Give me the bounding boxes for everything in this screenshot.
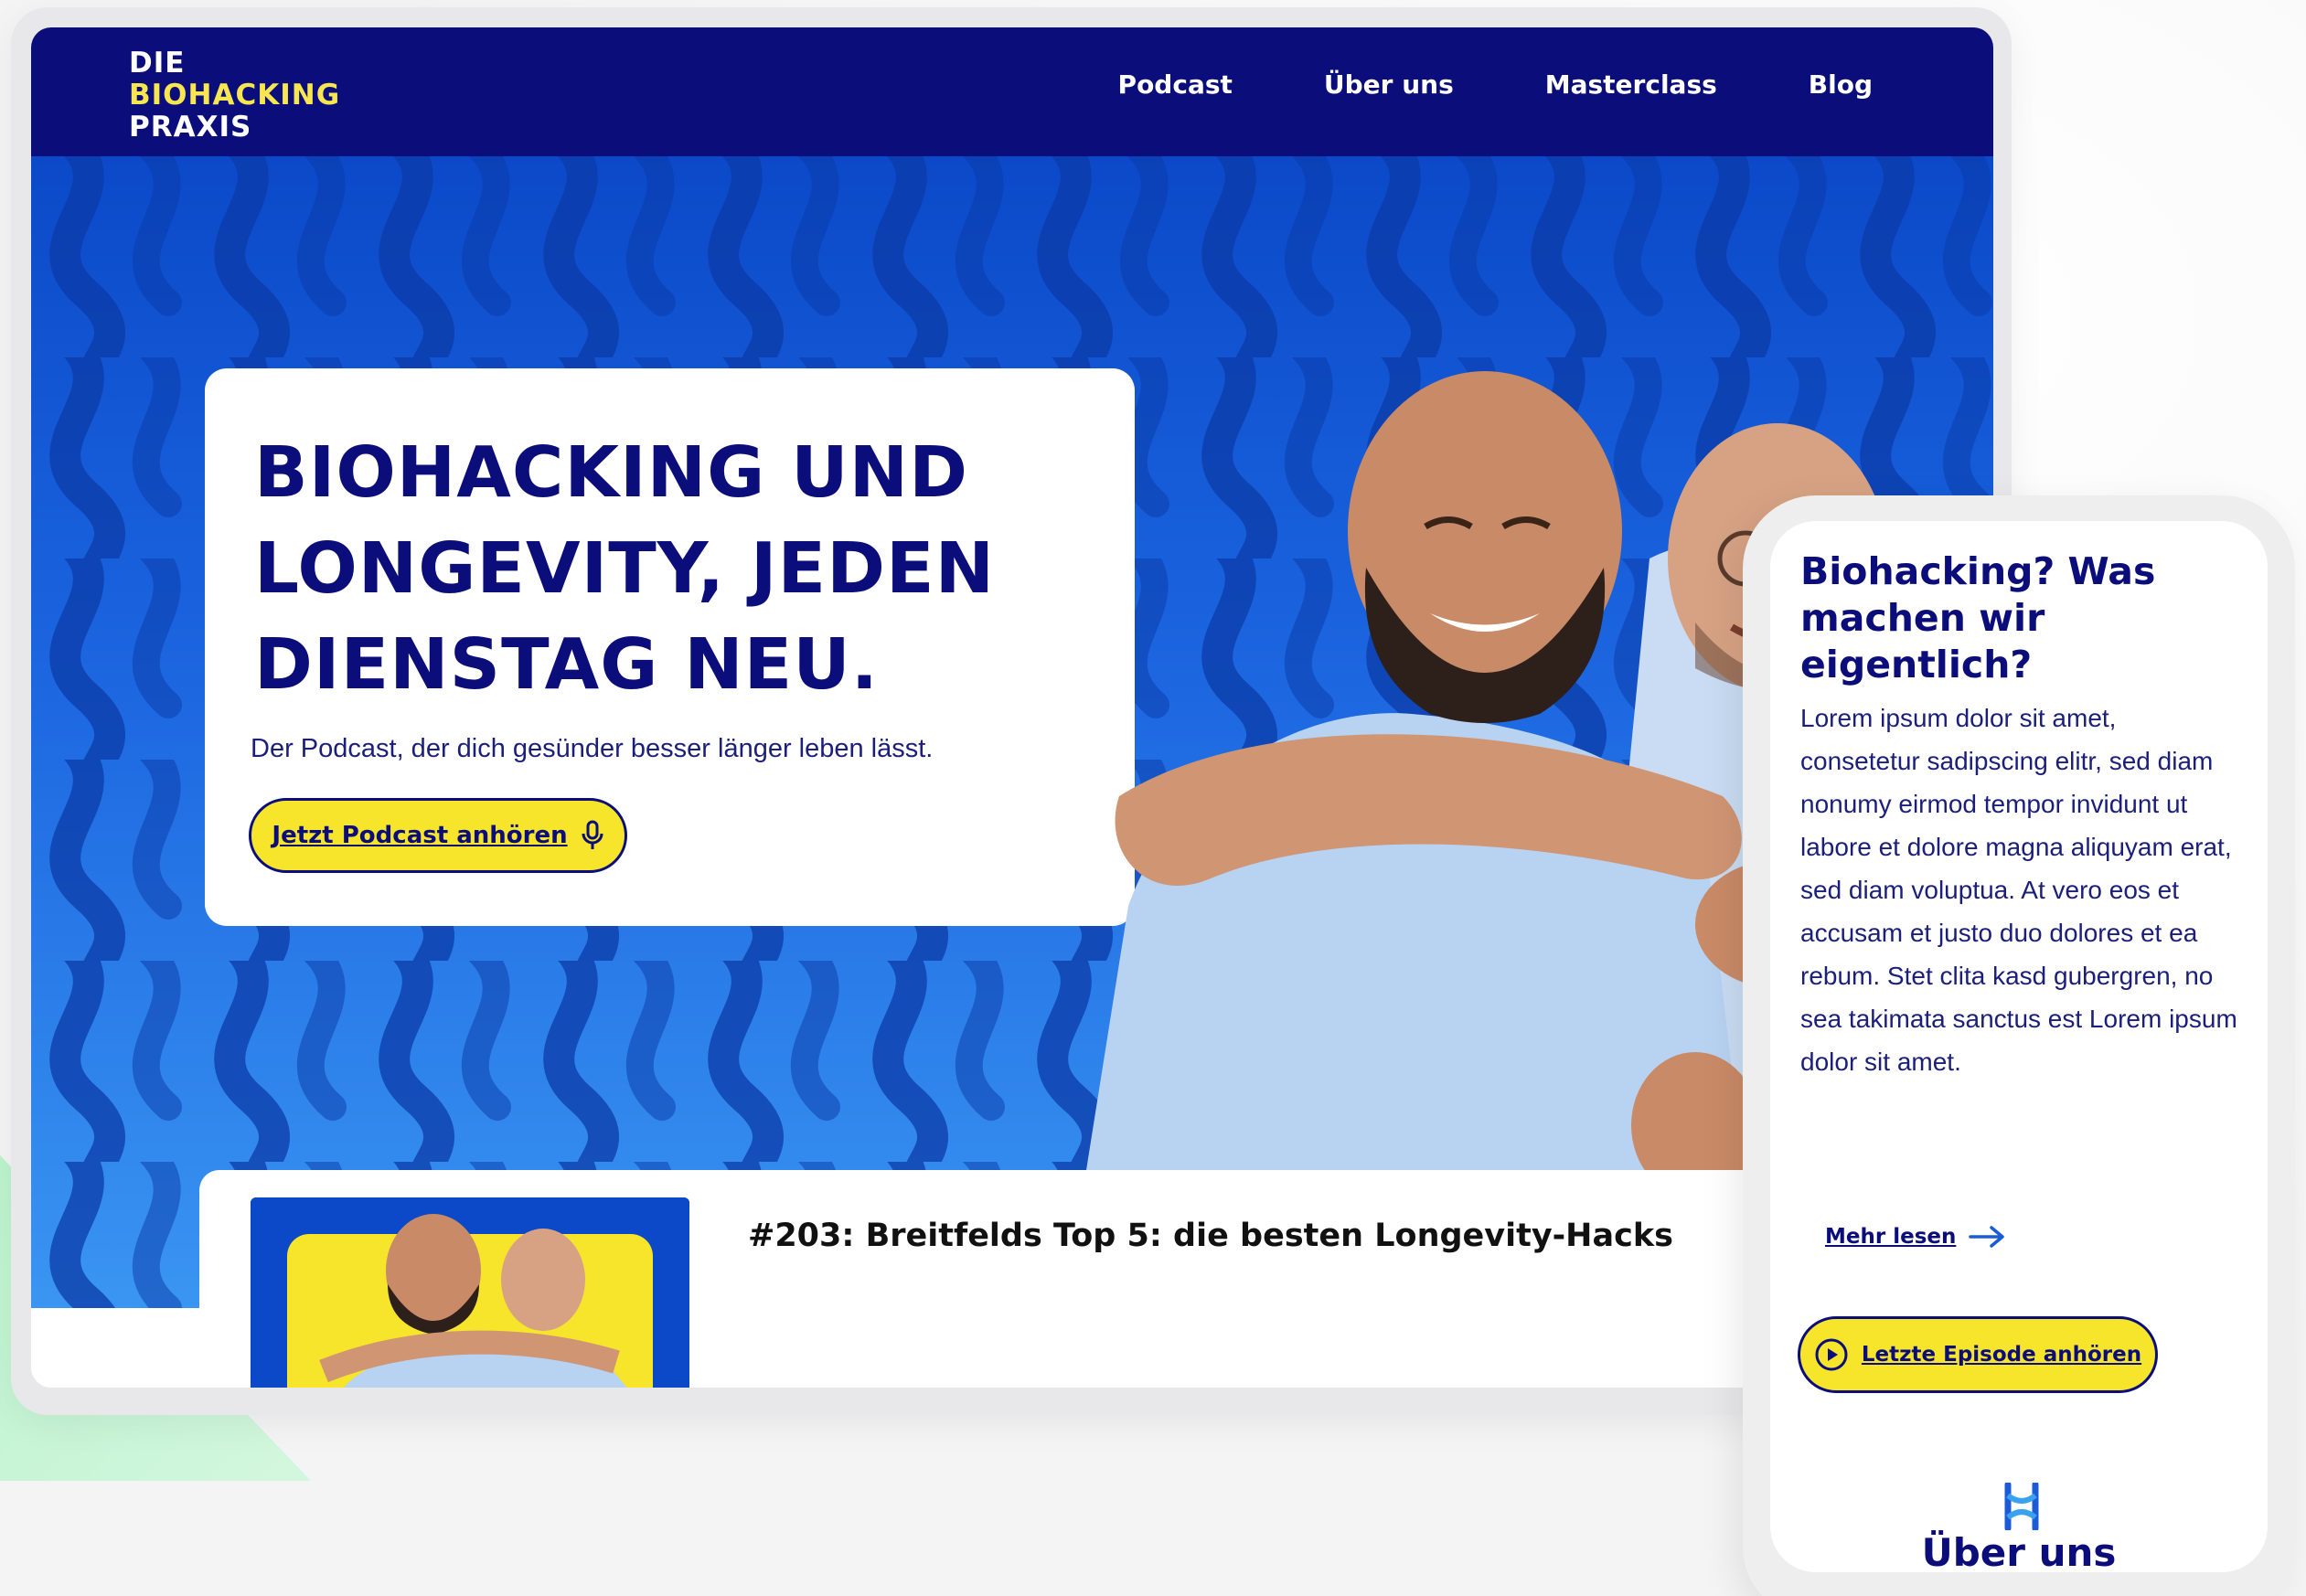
read-more-link[interactable]: Mehr lesen (1825, 1225, 2005, 1249)
hero-subtitle: Der Podcast, der dich gesünder besser lä… (251, 734, 934, 763)
listen-latest-episode-button[interactable]: Letzte Episode anhören (1798, 1316, 2158, 1393)
logo-line-1: DIE (129, 47, 186, 80)
arrow-right-icon (1969, 1226, 2005, 1248)
microphone-icon (582, 820, 603, 849)
ueber-uns-section-title: Über uns (1921, 1530, 2117, 1572)
desktop-device-frame: DIE BIOHACKING PRAXIS Podcast Über uns M… (11, 7, 2012, 1415)
listen-podcast-button[interactable]: Jetzt Podcast anhören (249, 798, 627, 873)
hero-section: BIOHACKING UND LONGEVITY, JEDEN DIENSTAG… (31, 156, 1993, 1308)
read-more-label: Mehr lesen (1825, 1225, 1957, 1249)
hero-title: BIOHACKING UND LONGEVITY, JEDEN DIENSTAG… (254, 425, 1077, 713)
about-section-title: Biohacking? Was machen wir eigentlich? (1800, 549, 2156, 686)
logo-line-2: BIOHACKING (129, 79, 341, 112)
mobile-screen: Biohacking? Was machen wir eigentlich? L… (1770, 521, 2268, 1572)
latest-episode-card[interactable]: #203: Breitfelds Top 5: die besten Longe… (199, 1170, 1993, 1388)
about-section-body: Lorem ipsum dolor sit amet, consetetur s… (1800, 704, 2237, 1076)
episode-thumbnail[interactable] (251, 1197, 689, 1388)
hero-card: BIOHACKING UND LONGEVITY, JEDEN DIENSTAG… (205, 368, 1135, 926)
hero-title-line-1: BIOHACKING UND (254, 432, 968, 514)
hero-title-line-3: DIENSTAG NEU. (254, 624, 880, 706)
nav-link-podcast[interactable]: Podcast (1118, 69, 1233, 100)
site-logo[interactable]: DIE BIOHACKING PRAXIS (129, 48, 340, 144)
site-header: DIE BIOHACKING PRAXIS Podcast Über uns M… (31, 27, 1993, 156)
main-nav: Podcast Über uns Masterclass Blog (1118, 69, 1873, 100)
desktop-screen: DIE BIOHACKING PRAXIS Podcast Über uns M… (31, 27, 1993, 1388)
mobile-device-frame: Biohacking? Was machen wir eigentlich? L… (1743, 495, 2295, 1596)
listen-latest-episode-label: Letzte Episode anhören (1861, 1343, 2142, 1367)
episode-cover-image (251, 1197, 689, 1388)
play-circle-icon (1815, 1338, 1848, 1371)
hero-title-line-2: LONGEVITY, JEDEN (254, 528, 996, 610)
logo-line-3: PRAXIS (129, 111, 252, 144)
nav-link-masterclass[interactable]: Masterclass (1545, 69, 1717, 100)
brand-x-icon (2004, 1483, 2039, 1530)
nav-link-blog[interactable]: Blog (1809, 69, 1873, 100)
episode-title[interactable]: #203: Breitfelds Top 5: die besten Longe… (748, 1218, 1673, 1254)
listen-podcast-label: Jetzt Podcast anhören (272, 822, 568, 849)
nav-link-ueber-uns[interactable]: Über uns (1324, 69, 1454, 100)
